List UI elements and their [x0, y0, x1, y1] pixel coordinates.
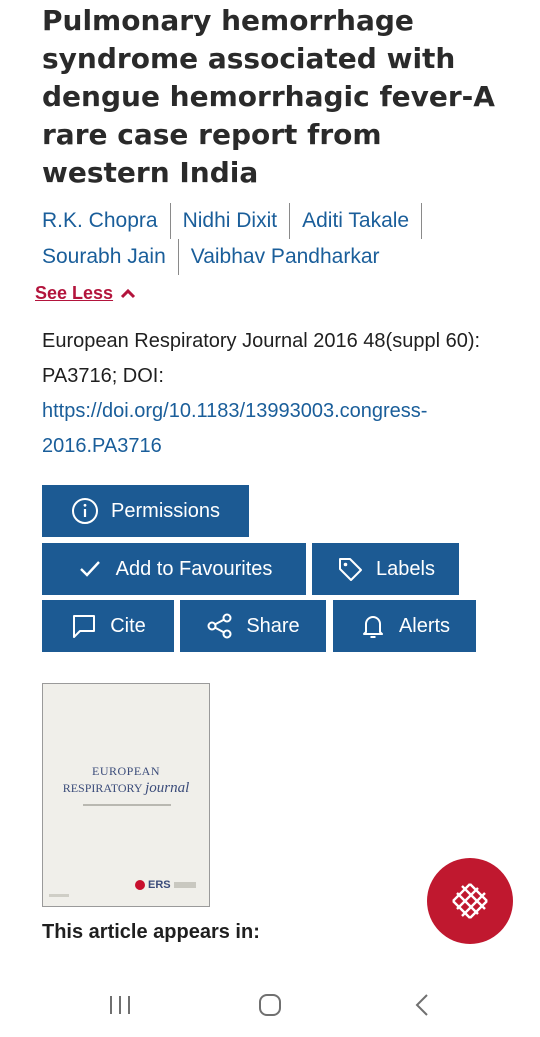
- add-to-favourites-label: Add to Favourites: [115, 557, 273, 580]
- network-globe-icon: [452, 883, 488, 919]
- labels-label: Labels: [376, 557, 435, 580]
- back-icon[interactable]: [408, 991, 436, 1019]
- permissions-label: Permissions: [111, 499, 220, 522]
- network-globe-button[interactable]: [427, 858, 513, 944]
- comment-icon: [73, 615, 96, 638]
- cite-button[interactable]: Cite: [42, 600, 174, 652]
- bell-icon: [362, 616, 383, 638]
- see-less-label: See Less: [35, 283, 114, 303]
- ers-logo-tagline: [173, 882, 196, 888]
- system-navigation-bar: [0, 965, 540, 1037]
- author-list: R.K. Chopra Nidhi Dixit Aditi Takale Sou…: [42, 203, 512, 275]
- alerts-button[interactable]: Alerts: [333, 600, 476, 652]
- article-title: Pulmonary hemorrhage syndrome associated…: [42, 4, 495, 189]
- author-row: R.K. Chopra Nidhi Dixit Aditi Takale: [42, 203, 512, 239]
- journal-cover[interactable]: EUROPEAN RESPIRATORY journal ERS: [42, 683, 210, 907]
- author-link[interactable]: Aditi Takale: [289, 203, 423, 239]
- cover-title-line2: RESPIRATORY journal: [43, 780, 209, 797]
- author-row: Sourabh Jain Vaibhav Pandharkar: [42, 239, 512, 275]
- citation-text: European Respiratory Journal 2016 48(sup…: [42, 330, 481, 387]
- cite-label: Cite: [110, 614, 146, 637]
- info-icon: [72, 498, 99, 524]
- recent-apps-icon[interactable]: [106, 991, 134, 1019]
- author-link[interactable]: Sourabh Jain: [42, 239, 178, 275]
- share-button[interactable]: Share: [180, 600, 326, 652]
- cover-fine-print: [49, 894, 69, 897]
- chevron-up-icon: [121, 288, 136, 298]
- ers-logo-mark: [135, 880, 145, 890]
- cover-fine-print: [83, 804, 171, 806]
- home-icon[interactable]: [256, 991, 284, 1019]
- labels-button[interactable]: Labels: [312, 543, 459, 595]
- see-less-toggle[interactable]: See Less: [35, 283, 137, 304]
- ers-logo-text: ERS: [148, 879, 171, 891]
- tag-icon: [339, 558, 363, 581]
- ers-logo: ERS: [135, 879, 196, 891]
- citation: European Respiratory Journal 2016 48(sup…: [42, 324, 502, 464]
- doi-link[interactable]: https://doi.org/10.1183/13993003.congres…: [42, 400, 427, 457]
- alerts-label: Alerts: [398, 614, 451, 637]
- share-label: Share: [246, 614, 300, 637]
- cover-title-part: journal: [145, 780, 190, 796]
- cover-title-line1: EUROPEAN: [91, 764, 160, 778]
- permissions-button[interactable]: Permissions: [42, 485, 249, 537]
- author-link[interactable]: Vaibhav Pandharkar: [177, 239, 392, 275]
- author-link[interactable]: R.K. Chopra: [42, 203, 170, 239]
- checkmark-icon: [79, 561, 100, 577]
- appears-in-heading: This article appears in:: [42, 921, 260, 943]
- author-link[interactable]: Nidhi Dixit: [169, 203, 290, 239]
- cover-title-part: RESPIRATORY: [62, 781, 146, 795]
- add-to-favourites-button[interactable]: Add to Favourites: [42, 543, 306, 595]
- share-icon: [207, 613, 232, 639]
